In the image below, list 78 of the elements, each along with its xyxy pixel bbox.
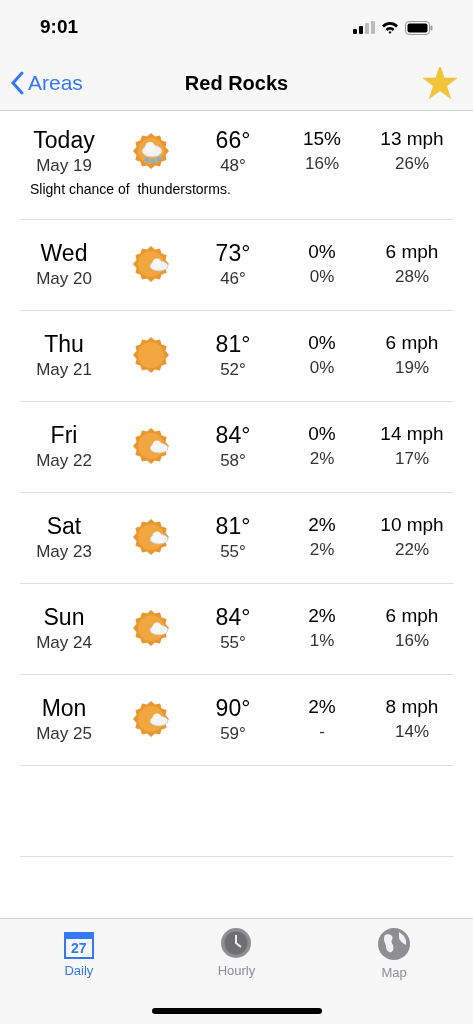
humidity: 28% xyxy=(395,266,429,288)
day-name: Mon xyxy=(41,694,87,723)
wifi-icon xyxy=(381,21,399,34)
forecast-note: Slight chance of thunderstorms. xyxy=(30,180,232,199)
low-temperature: 55° xyxy=(220,632,246,654)
precipitation-chance: 2% xyxy=(308,604,336,628)
day-name: Sun xyxy=(43,603,85,632)
day-name: Today xyxy=(33,126,95,155)
precipitation-chance: 0% xyxy=(309,266,335,288)
day-date: May 19 xyxy=(36,155,92,177)
wind-speed: 8 mph xyxy=(385,695,439,719)
day-date: May 24 xyxy=(36,632,92,654)
wind-speed: 6 mph xyxy=(385,331,439,355)
low-temperature: 48° xyxy=(220,155,246,177)
day-date: May 20 xyxy=(36,268,92,290)
back-button[interactable]: Areas xyxy=(10,66,83,99)
humidity: 16% xyxy=(395,630,429,652)
sun-cloud-icon xyxy=(131,517,171,557)
sun-icon xyxy=(131,335,171,375)
high-temperature: 84° xyxy=(215,603,251,632)
star-icon xyxy=(423,66,457,99)
low-temperature: 59° xyxy=(220,723,246,745)
chevron-left-icon xyxy=(10,70,24,95)
humidity: 19% xyxy=(395,357,429,379)
high-temperature: 90° xyxy=(215,694,251,723)
wind-speed: 6 mph xyxy=(385,240,439,264)
high-temperature: 66° xyxy=(215,126,251,155)
precipitation-chance: 16% xyxy=(305,153,339,175)
high-temperature: 81° xyxy=(215,512,251,541)
battery-icon xyxy=(405,20,433,35)
tab-bar-item[interactable]: Hourly xyxy=(186,927,287,983)
wind-speed: 10 mph xyxy=(380,513,444,537)
globe-icon xyxy=(377,927,412,961)
humidity: 26% xyxy=(395,153,429,175)
screen-title: Red Rocks xyxy=(184,70,289,96)
precipitation-chance: 15% xyxy=(303,127,341,151)
day-date: May 21 xyxy=(36,359,92,381)
low-temperature: 58° xyxy=(220,450,246,472)
tab-bar-item[interactable]: 27 Daily xyxy=(28,927,129,983)
precipitation-chance: 0% xyxy=(308,331,336,355)
day-date: May 25 xyxy=(36,723,92,745)
sun-cloud-icon xyxy=(131,699,171,739)
day-name: Fri xyxy=(50,421,78,450)
sun-cloud-icon xyxy=(131,244,171,284)
status-time: 9:01 xyxy=(40,15,79,40)
high-temperature: 81° xyxy=(215,330,251,359)
day-date: May 23 xyxy=(36,541,92,563)
signal-icon xyxy=(353,21,375,34)
favorite-button[interactable] xyxy=(423,66,457,99)
sun-storm-cloud-icon xyxy=(131,131,171,171)
low-temperature: 46° xyxy=(220,268,246,290)
sun-cloud-icon xyxy=(131,608,171,648)
sun-cloud-icon xyxy=(131,426,171,466)
tab-bar-item[interactable]: Map xyxy=(344,927,445,983)
wind-speed: 6 mph xyxy=(385,604,439,628)
humidity: 14% xyxy=(395,721,429,743)
low-temperature: 55° xyxy=(220,541,246,563)
low-temperature: 52° xyxy=(220,359,246,381)
precipitation-chance: 0% xyxy=(308,240,336,264)
precipitation-chance: 2% xyxy=(308,695,336,719)
day-date: May 22 xyxy=(36,450,92,472)
precipitation-chance: 1% xyxy=(309,630,335,652)
precipitation-chance: 0% xyxy=(308,422,336,446)
precipitation-chance: - xyxy=(319,721,325,743)
precipitation-chance: 2% xyxy=(309,448,335,470)
high-temperature: 73° xyxy=(215,239,251,268)
wind-speed: 13 mph xyxy=(380,127,444,151)
precipitation-chance: 0% xyxy=(309,357,335,379)
day-name: Wed xyxy=(40,239,88,268)
wind-speed: 14 mph xyxy=(380,422,444,446)
precipitation-chance: 2% xyxy=(309,539,335,561)
precipitation-chance: 2% xyxy=(308,513,336,537)
clock-icon xyxy=(220,927,253,959)
day-name: Sat xyxy=(46,512,82,541)
humidity: 17% xyxy=(395,448,429,470)
day-name: Thu xyxy=(44,330,84,359)
humidity: 22% xyxy=(395,539,429,561)
high-temperature: 84° xyxy=(215,421,251,450)
